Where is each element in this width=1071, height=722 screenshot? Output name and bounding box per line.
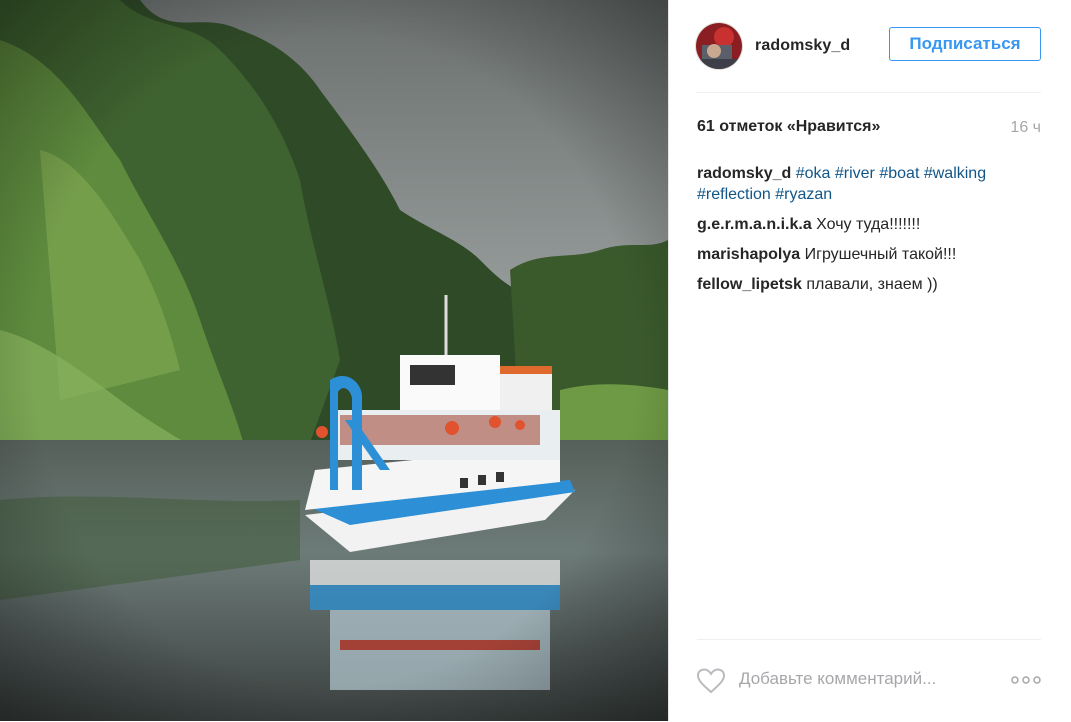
caption: radomsky_d #oka #river #boat #walking #r… — [697, 163, 1046, 205]
likes-count[interactable]: 61 отметок «Нравится» — [697, 118, 880, 136]
post-time[interactable]: 16 ч — [1010, 119, 1041, 137]
post-stats: 61 отметок «Нравится» 16 ч — [697, 118, 1041, 140]
comment-text: Игрушечный такой!!! — [804, 246, 957, 263]
river-boat-photo — [0, 0, 668, 721]
comment-text: плавали, знаем )) — [806, 276, 938, 293]
follow-button[interactable]: Подписаться — [889, 27, 1041, 61]
post-header: radomsky_d Подписаться — [696, 22, 1041, 93]
hashtag-link[interactable]: #river — [835, 165, 875, 182]
comment-username[interactable]: fellow_lipetsk — [697, 276, 802, 293]
comment-item: fellow_lipetsk плавали, знаем )) — [697, 274, 1046, 295]
comment-text: Хочу туда!!!!!!! — [816, 216, 921, 233]
avatar[interactable] — [696, 23, 742, 69]
hashtag-link[interactable]: #walking — [924, 165, 986, 182]
more-options-icon[interactable] — [1011, 673, 1041, 685]
post-photo[interactable] — [0, 0, 668, 721]
hashtag-link[interactable]: #ryazan — [775, 186, 832, 203]
comment-username[interactable]: g.e.r.m.a.n.i.k.a — [697, 216, 812, 233]
comment-username[interactable]: marishapolya — [697, 246, 800, 263]
comment-input[interactable]: Добавьте комментарий... — [739, 669, 936, 689]
hashtag-link[interactable]: #reflection — [697, 186, 771, 203]
comment-item: marishapolya Игрушечный такой!!! — [697, 244, 1046, 265]
comments-list: radomsky_d #oka #river #boat #walking #r… — [697, 163, 1046, 304]
caption-username[interactable]: radomsky_d — [697, 165, 791, 182]
post-footer: Добавьте комментарий... — [696, 639, 1041, 722]
post-side-panel: radomsky_d Подписаться 61 отметок «Нрави… — [668, 0, 1071, 721]
hashtag-link[interactable]: #oka — [796, 165, 831, 182]
comment-item: g.e.r.m.a.n.i.k.a Хочу туда!!!!!!! — [697, 214, 1046, 235]
heart-icon[interactable] — [696, 668, 726, 694]
hashtag-link[interactable]: #boat — [879, 165, 919, 182]
username-link[interactable]: radomsky_d — [755, 37, 850, 55]
